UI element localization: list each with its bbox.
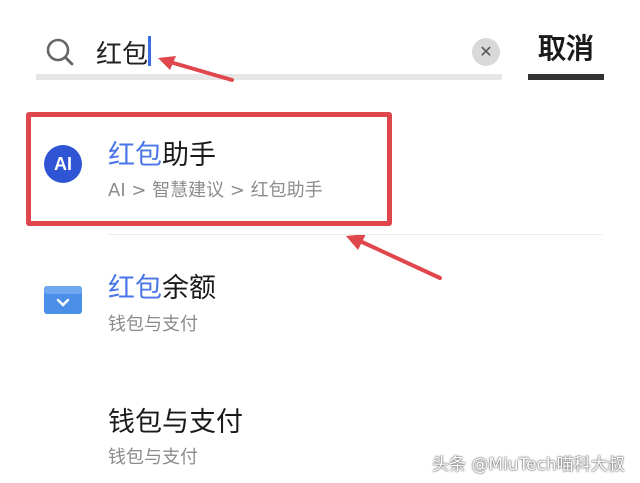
result-item-wallet-and-payment[interactable]: 钱包与支付 钱包与支付 [0, 0, 640, 470]
watermark: 头条 @MiuTech喵科大叔 [432, 455, 625, 475]
search-page: ✕ 取消 AI 红包助手 AI > 智慧建议 > 红包助手 [0, 0, 640, 483]
title-rest: 钱包与支付 [108, 407, 243, 438]
result-path: 钱包与支付 [108, 447, 198, 468]
result-title: 钱包与支付 [108, 400, 243, 439]
